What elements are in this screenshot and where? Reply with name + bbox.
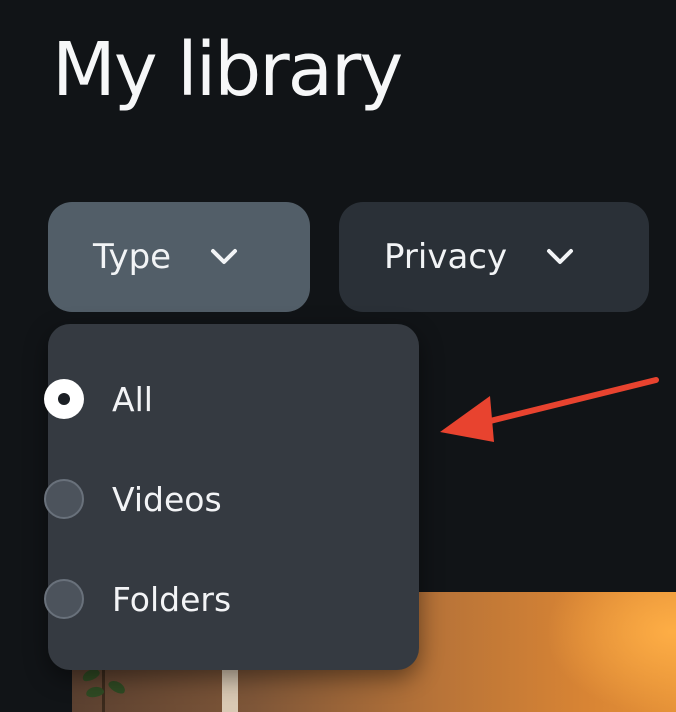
radio-selected-icon[interactable] [44, 379, 84, 419]
chevron-down-icon [209, 246, 239, 268]
chevron-down-icon [545, 246, 575, 268]
radio-unselected-icon[interactable] [44, 579, 84, 619]
option-label: Folders [112, 579, 232, 619]
type-option-videos[interactable]: Videos [44, 474, 222, 524]
option-label: All [112, 379, 153, 419]
type-filter-button[interactable]: Type [48, 202, 310, 312]
privacy-filter-button[interactable]: Privacy [339, 202, 649, 312]
leaf-decoration [106, 678, 128, 696]
privacy-filter-label: Privacy [384, 237, 508, 277]
radio-unselected-icon[interactable] [44, 479, 84, 519]
annotation-arrow-icon [440, 377, 659, 442]
option-label: Videos [112, 479, 222, 519]
type-filter-label: Type [93, 237, 172, 277]
page-title: My library [52, 27, 403, 113]
type-option-folders[interactable]: Folders [44, 574, 231, 624]
type-option-all[interactable]: All [44, 374, 153, 424]
